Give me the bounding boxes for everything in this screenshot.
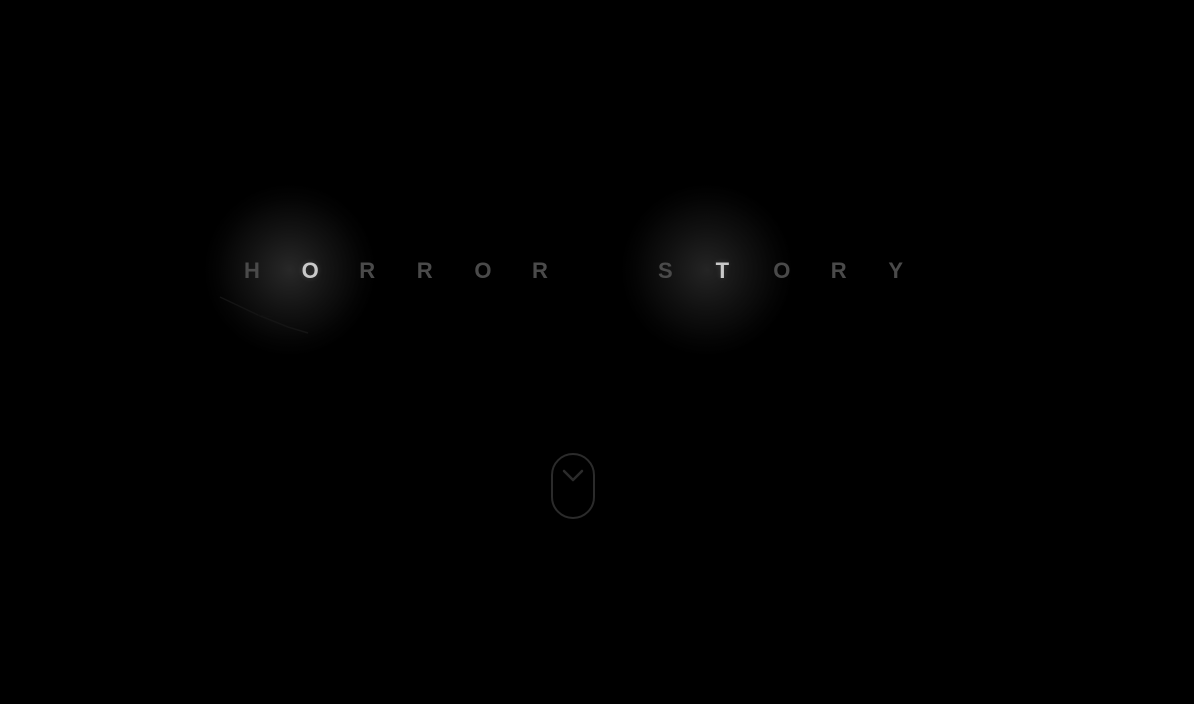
title-letter: R — [416, 258, 433, 283]
title-letter-highlighted: O — [301, 258, 319, 283]
title-word-story: S T O R Y — [650, 255, 938, 287]
scroll-down-button[interactable] — [551, 453, 595, 519]
hero-stage: H O R R O R S T O R Y — [0, 0, 1194, 704]
title-letter: Y — [888, 258, 904, 283]
title-letter: O — [773, 258, 791, 283]
title-letter: H — [244, 258, 260, 283]
title-letter: O — [474, 258, 492, 283]
crack-decoration — [219, 296, 309, 334]
title-letter: R — [830, 258, 847, 283]
title-letter: R — [531, 258, 548, 283]
title-letter-highlighted: T — [715, 258, 730, 283]
chevron-down-icon — [562, 469, 584, 482]
title-letter: S — [658, 258, 673, 283]
title-letter: R — [359, 258, 376, 283]
title-word-horror: H O R R O R — [236, 255, 582, 287]
